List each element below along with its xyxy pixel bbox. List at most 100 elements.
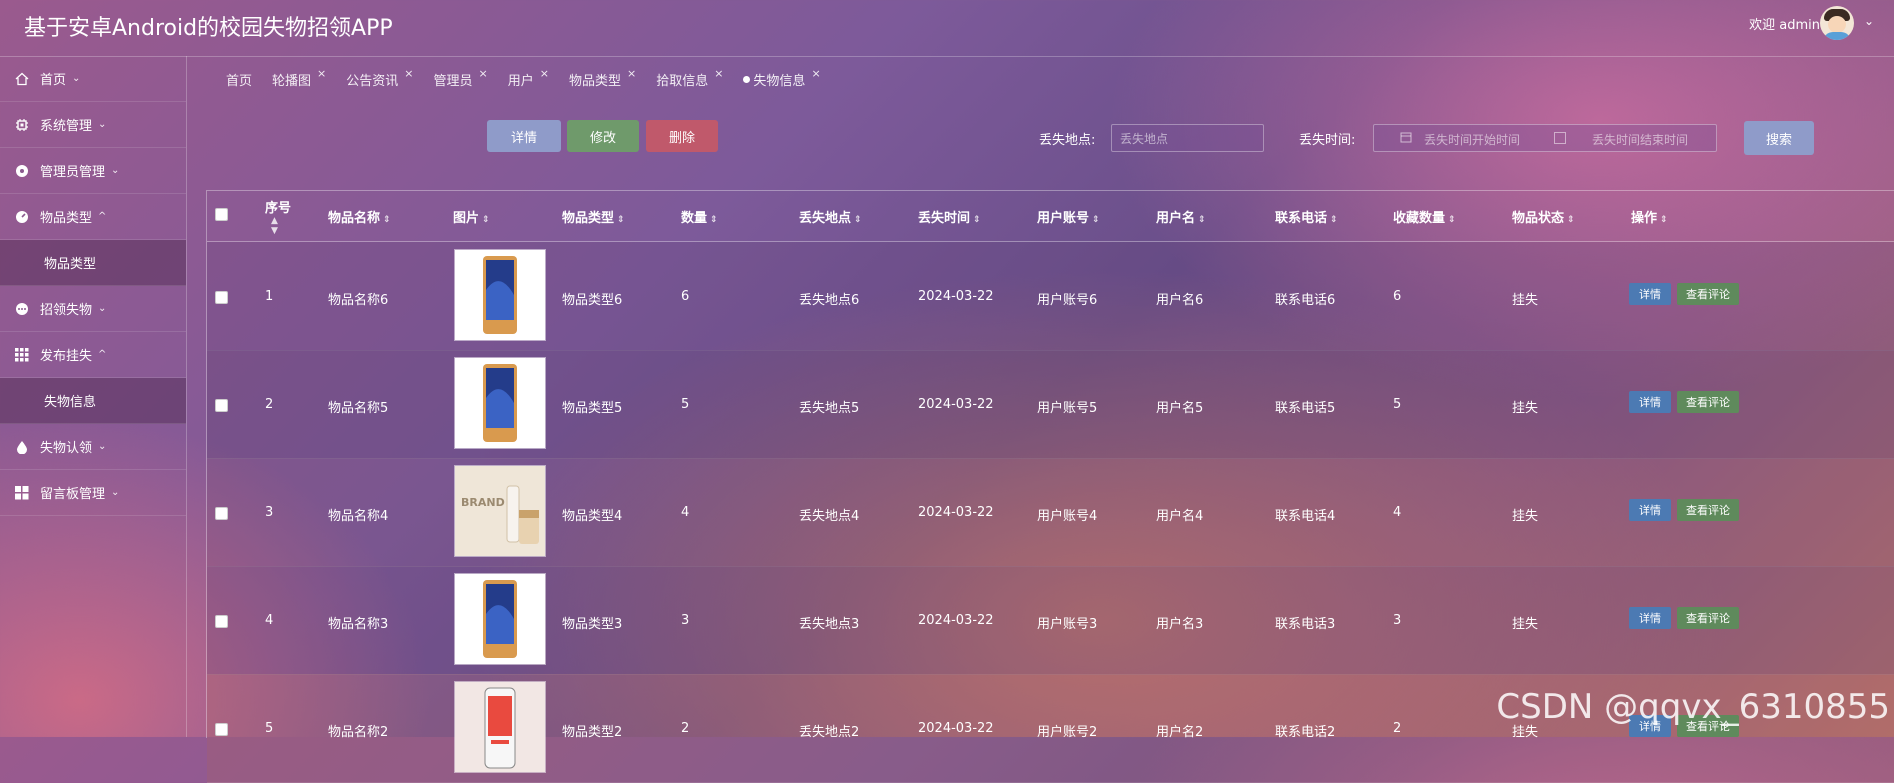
start-time-field[interactable]: 丢失时间开始时间 <box>1424 131 1520 148</box>
row-comment-button[interactable]: 查看评论 <box>1677 283 1739 305</box>
row-detail-button[interactable]: 详情 <box>1629 283 1671 305</box>
row-checkbox[interactable] <box>215 399 228 412</box>
sort-icon[interactable]: ▲ ▼ <box>271 216 291 236</box>
row-checkbox[interactable] <box>215 291 228 304</box>
close-icon[interactable]: × <box>811 67 820 80</box>
row-detail-button[interactable]: 详情 <box>1629 499 1671 521</box>
close-icon[interactable]: × <box>404 67 413 80</box>
tab-item-types[interactable]: 物品类型 × <box>569 67 636 89</box>
time-label: 丢失时间: <box>1299 133 1356 148</box>
row-comment-button[interactable]: 查看评论 <box>1677 499 1739 521</box>
row-checkbox[interactable] <box>215 615 228 628</box>
table-row[interactable]: 1 物品名称6 物品类型6 6 丢失地点6 2024-03-22 用户账号6 用… <box>207 242 1894 351</box>
end-time-field[interactable]: 丢失时间结束时间 <box>1592 131 1688 148</box>
table-row[interactable]: 2 物品名称5 物品类型5 5 丢失地点5 2024-03-22 用户账号5 用… <box>207 350 1894 459</box>
sort-icon[interactable]: ⇕ <box>710 215 718 225</box>
sort-icon[interactable]: ⇕ <box>1330 215 1338 225</box>
time-range-input[interactable]: 丢失时间开始时间 丢失时间结束时间 <box>1373 124 1717 152</box>
sidebar-item-item-type[interactable]: 物品类型 ^ <box>0 194 186 240</box>
col-header-username[interactable]: 用户名 ⇕ <box>1156 207 1206 226</box>
row-detail-button[interactable]: 详情 <box>1629 391 1671 413</box>
table-row[interactable]: 4 物品名称3 物品类型3 3 丢失地点3 2024-03-22 用户账号3 用… <box>207 566 1894 675</box>
col-header-qty[interactable]: 数量 ⇕ <box>681 207 718 226</box>
close-icon[interactable]: × <box>714 67 723 80</box>
col-label: 丢失时间 <box>918 211 971 226</box>
tab-home[interactable]: 首页 <box>226 70 252 89</box>
close-icon[interactable]: × <box>479 67 488 80</box>
table-row[interactable]: 3 物品名称4 BRAND 物品类型4 4 丢失地点4 2024-03-22 用… <box>207 458 1894 567</box>
col-header-image[interactable]: 图片 ⇕ <box>453 207 490 226</box>
col-header-status[interactable]: 物品状态 ⇕ <box>1512 207 1575 226</box>
col-header-type[interactable]: 物品类型 ⇕ <box>562 207 625 226</box>
range-separator-icon <box>1554 132 1566 144</box>
item-image[interactable]: BRAND <box>454 465 546 557</box>
sort-icon[interactable]: ⇕ <box>383 215 391 225</box>
chevron-down-icon[interactable]: ⌄ <box>1864 14 1874 28</box>
cell-qty: 4 <box>681 505 690 520</box>
sort-icon[interactable]: ⇕ <box>854 215 862 225</box>
sidebar-item-admin[interactable]: 管理员管理 ⌄ <box>0 148 186 194</box>
row-checkbox[interactable] <box>215 507 228 520</box>
col-header-account[interactable]: 用户账号 ⇕ <box>1037 207 1100 226</box>
sidebar-item-message-board[interactable]: 留言板管理 ⌄ <box>0 470 186 516</box>
cell-favorites: 2 <box>1393 721 1402 736</box>
cell-time: 2024-03-22 <box>918 397 994 412</box>
sort-icon[interactable]: ⇕ <box>1448 215 1456 225</box>
app-title: 基于安卓Android的校园失物招领APP <box>24 16 393 41</box>
sidebar-item-claim-lost[interactable]: 失物认领 ⌄ <box>0 424 186 470</box>
row-checkbox[interactable] <box>215 723 228 736</box>
col-header-place[interactable]: 丢失地点 ⇕ <box>799 207 862 226</box>
sidebar-item-label: 系统管理 <box>40 119 93 134</box>
col-header-favorites[interactable]: 收藏数量 ⇕ <box>1393 207 1456 226</box>
location-input[interactable]: 丢失地点 <box>1111 124 1264 152</box>
item-image[interactable] <box>454 249 546 341</box>
sidebar-item-claim-found[interactable]: 招领失物 ⌄ <box>0 286 186 332</box>
search-button[interactable]: 搜索 <box>1744 121 1814 155</box>
col-header-no[interactable]: 序号 ▲ ▼ <box>265 197 291 236</box>
sidebar-item-label: 招领失物 <box>40 303 93 318</box>
item-image[interactable] <box>454 357 546 449</box>
item-image[interactable] <box>454 573 546 665</box>
cell-no: 5 <box>265 721 274 736</box>
tab-admins[interactable]: 管理员 × <box>433 67 488 89</box>
tab-lost-info[interactable]: 失物信息 × <box>743 67 821 89</box>
col-header-actions[interactable]: 操作 ⇕ <box>1631 207 1668 226</box>
sort-icon[interactable]: ⇕ <box>617 215 625 225</box>
avatar[interactable] <box>1820 6 1854 40</box>
tab-found-info[interactable]: 拾取信息 × <box>656 67 723 89</box>
sort-icon[interactable]: ⇕ <box>482 215 490 225</box>
close-icon[interactable]: × <box>627 67 636 80</box>
cell-username: 用户名5 <box>1156 401 1204 416</box>
tab-users[interactable]: 用户 × <box>508 67 549 89</box>
sort-icon[interactable]: ⇕ <box>1660 215 1668 225</box>
col-label: 物品类型 <box>562 211 615 226</box>
row-detail-button[interactable]: 详情 <box>1629 607 1671 629</box>
sidebar-subitem-item-type[interactable]: 物品类型 <box>0 240 186 286</box>
col-header-name[interactable]: 物品名称 ⇕ <box>328 207 391 226</box>
close-icon[interactable]: × <box>540 67 549 80</box>
col-header-phone[interactable]: 联系电话 ⇕ <box>1275 207 1338 226</box>
sort-icon[interactable]: ⇕ <box>1567 215 1575 225</box>
tab-announcements[interactable]: 公告资讯 × <box>346 67 413 89</box>
col-header-time[interactable]: 丢失时间 ⇕ <box>918 207 981 226</box>
tab-label: 拾取信息 <box>656 74 709 89</box>
cell-qty: 5 <box>681 397 690 412</box>
cell-name: 物品名称5 <box>328 401 389 416</box>
sort-icon[interactable]: ⇕ <box>973 215 981 225</box>
select-all-checkbox[interactable] <box>215 208 228 221</box>
edit-button[interactable]: 修改 <box>567 120 639 152</box>
sidebar-subitem-lost-info[interactable]: 失物信息 <box>0 378 186 424</box>
row-comment-button[interactable]: 查看评论 <box>1677 607 1739 629</box>
detail-button[interactable]: 详情 <box>487 120 561 152</box>
sort-icon[interactable]: ⇕ <box>1198 215 1206 225</box>
close-icon[interactable]: × <box>317 67 326 80</box>
sort-icon[interactable]: ⇕ <box>1092 215 1100 225</box>
sidebar-item-report-lost[interactable]: 发布挂失 ^ <box>0 332 186 378</box>
sidebar-item-system[interactable]: 系统管理 ⌄ <box>0 102 186 148</box>
home-icon <box>14 71 30 87</box>
tab-carousel[interactable]: 轮播图 × <box>272 67 326 89</box>
delete-button[interactable]: 删除 <box>646 120 718 152</box>
sidebar-item-home[interactable]: 首页 ⌄ <box>0 56 186 102</box>
item-image[interactable] <box>454 681 546 773</box>
row-comment-button[interactable]: 查看评论 <box>1677 391 1739 413</box>
